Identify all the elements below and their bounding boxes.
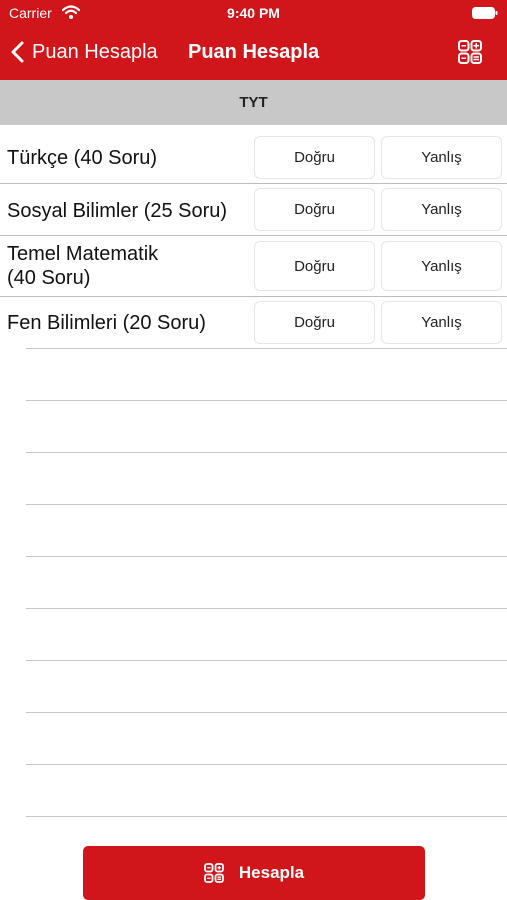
table-separator <box>26 556 507 557</box>
table-separator <box>26 816 507 817</box>
subject-label: Fen Bilimleri (20 Soru) <box>7 312 206 334</box>
correct-count-input[interactable]: Doğru <box>254 241 375 291</box>
table-separator <box>26 400 507 401</box>
status-bar: Carrier 9:40 PM <box>0 0 507 26</box>
subject-row-temel-matematik: Temel Matematik (40 Soru) Doğru Yanlış <box>0 236 507 297</box>
subject-label: Sosyal Bilimler (25 Soru) <box>7 200 228 222</box>
subject-label-line-1: Temel Matematik <box>7 243 159 265</box>
table-separator <box>26 452 507 453</box>
subject-label: Türkçe (40 Soru) <box>7 147 158 169</box>
wrong-count-input[interactable]: Yanlış <box>381 241 502 291</box>
page-title: Puan Hesapla <box>188 41 320 63</box>
correct-count-input[interactable]: Doğru <box>254 188 375 231</box>
subject-label: Temel Matematik (40 Soru) <box>7 242 158 290</box>
subject-row-sosyal-bilimler: Sosyal Bilimler (25 Soru) Doğru Yanlış <box>0 184 507 236</box>
table-separator <box>26 764 507 765</box>
correct-count-input[interactable]: Doğru <box>254 136 375 179</box>
battery-icon <box>472 7 498 19</box>
status-time: 9:40 PM <box>227 5 280 21</box>
back-button-label: Puan Hesapla <box>32 40 158 63</box>
calculate-button[interactable]: Hesapla <box>83 846 425 900</box>
navigation-bar: Puan Hesapla Puan Hesapla <box>0 26 507 80</box>
puan-hesapla-screen: Carrier 9:40 PM Puan Hesapla Puan Hesapl… <box>0 0 507 900</box>
correct-count-input[interactable]: Doğru <box>254 301 375 344</box>
table-separator <box>26 504 507 505</box>
subject-row-fen-bilimleri: Fen Bilimleri (20 Soru) Doğru Yanlış <box>0 297 507 348</box>
subject-row-turkce: Türkçe (40 Soru) Doğru Yanlış <box>0 125 507 184</box>
calculator-grid-icon[interactable] <box>458 40 482 64</box>
table-separator <box>26 712 507 713</box>
section-title: TYT <box>239 94 268 111</box>
calculate-button-label: Hesapla <box>238 863 305 882</box>
section-header-tyt: TYT <box>0 80 507 125</box>
wrong-count-input[interactable]: Yanlış <box>381 136 502 179</box>
table-separator <box>26 348 507 349</box>
wrong-count-input[interactable]: Yanlış <box>381 188 502 231</box>
table-separator <box>26 660 507 661</box>
back-button[interactable]: Puan Hesapla <box>10 36 158 68</box>
table-separator <box>26 608 507 609</box>
wrong-count-input[interactable]: Yanlış <box>381 301 502 344</box>
chevron-left-icon <box>11 41 24 63</box>
subject-label-line-2: (40 Soru) <box>7 267 91 289</box>
calculator-grid-icon <box>203 863 224 883</box>
header: Carrier 9:40 PM Puan Hesapla Puan Hesapl… <box>0 0 507 80</box>
